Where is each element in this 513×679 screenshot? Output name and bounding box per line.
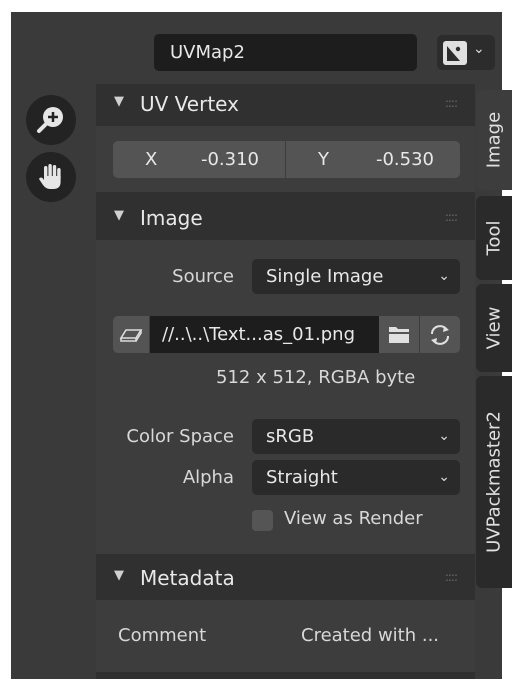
tab-tool[interactable]: Tool [476, 196, 512, 280]
file-path-field[interactable]: //..\..\Text...as_01.png [150, 316, 379, 353]
zoom-button[interactable] [26, 95, 76, 145]
image-panel-header[interactable]: ▼ Image :::: [96, 198, 475, 240]
x-label: X [145, 149, 158, 170]
drag-grip-icon[interactable]: :::: [445, 210, 458, 224]
x-coordinate-field[interactable]: X -0.310 [113, 141, 285, 178]
chevron-down-icon: ⌄ [438, 428, 450, 444]
chevron-down-icon: ⌄ [473, 41, 485, 57]
color-space-value: sRGB [266, 426, 315, 447]
image-resolution: 512 x 512, RGBA byte [216, 367, 416, 388]
image-type-dropdown[interactable]: ⌄ [437, 35, 495, 70]
chevron-down-icon: ⌄ [438, 469, 450, 485]
color-space-label: Color Space [126, 426, 234, 447]
uv-vertex-fields: X -0.310 Y -0.530 [113, 141, 460, 178]
tab-uvpackmaster2[interactable]: UVPackmaster2 [476, 376, 512, 588]
view-as-render-checkbox[interactable] [252, 510, 273, 531]
tab-image[interactable]: Image [476, 90, 512, 190]
chevron-down-icon: ⌄ [438, 268, 450, 284]
comment-value: Created with ... [301, 625, 440, 646]
drag-grip-icon[interactable]: :::: [445, 96, 458, 110]
alpha-value: Straight [266, 467, 338, 488]
reload-icon [431, 325, 449, 345]
uv-vertex-panel-header[interactable]: ▼ UV Vertex :::: [96, 84, 475, 126]
panel-title: UV Vertex [140, 92, 239, 116]
source-dropdown[interactable]: Single Image ⌄ [252, 259, 460, 294]
x-value: -0.310 [200, 149, 259, 170]
source-label: Source [172, 266, 234, 287]
source-value: Single Image [266, 266, 384, 287]
reload-button[interactable] [420, 316, 460, 353]
panel-title: Metadata [140, 566, 235, 590]
metadata-panel-header[interactable]: ▼ Metadata :::: [96, 558, 475, 600]
image-icon [443, 41, 467, 65]
drag-grip-icon[interactable]: :::: [445, 570, 458, 584]
tab-label: View [483, 306, 505, 350]
alpha-label: Alpha [182, 467, 234, 488]
image-file-row: //..\..\Text...as_01.png [113, 316, 460, 353]
browse-file-button[interactable] [379, 316, 419, 353]
panel-title: Image [140, 206, 203, 230]
panel-expanded-icon: ▼ [114, 568, 124, 583]
tab-view[interactable]: View [476, 284, 512, 372]
folder-icon [389, 327, 409, 343]
tab-label: Tool [483, 220, 505, 256]
comment-label: Comment [118, 625, 207, 646]
hand-icon [39, 164, 61, 189]
alpha-dropdown[interactable]: Straight ⌄ [252, 460, 460, 495]
y-value: -0.530 [375, 149, 434, 170]
tab-label: UVPackmaster2 [483, 411, 505, 553]
zoom-in-icon [37, 107, 63, 133]
package-icon [119, 329, 143, 342]
pan-button[interactable] [26, 152, 76, 202]
pack-file-button[interactable] [113, 316, 149, 353]
tab-label: Image [483, 111, 505, 169]
panel-expanded-icon: ▼ [114, 94, 124, 109]
color-space-dropdown[interactable]: sRGB ⌄ [252, 419, 460, 454]
view-as-render-label[interactable]: View as Render [284, 508, 423, 529]
panel-expanded-icon: ▼ [114, 208, 124, 223]
uv-map-field[interactable]: UVMap2 [154, 34, 417, 71]
y-coordinate-field[interactable]: Y -0.530 [286, 141, 460, 178]
y-label: Y [318, 149, 329, 170]
